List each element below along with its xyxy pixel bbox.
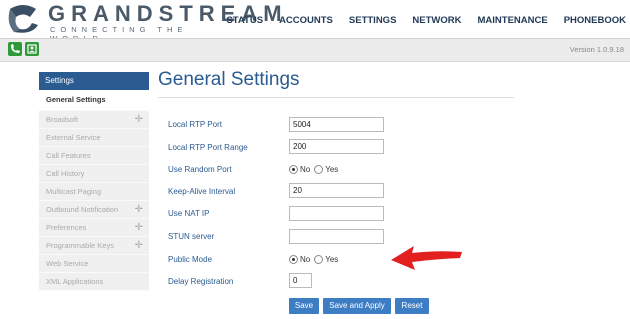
header: GRANDSTREAM CONNECTING THE WORLD STATUS … [0, 0, 630, 43]
page-title: General Settings [158, 69, 300, 90]
expand-icon[interactable]: ✛ [135, 219, 143, 236]
sidebar-item-programmable-keys[interactable]: Programmable Keys ✛ [39, 237, 149, 255]
toolbar: Version 1.0.9.18 [0, 38, 630, 62]
use-nat-ip-input[interactable] [289, 206, 384, 221]
sidebar-item-label: Programmable Keys [46, 241, 114, 250]
sidebar-item-label: Broadsoft [46, 115, 79, 124]
nav-phonebook[interactable]: PHONEBOOK [564, 15, 626, 26]
label-local-rtp-port-range: Local RTP Port Range [168, 143, 248, 152]
expand-icon[interactable]: ✛ [135, 237, 143, 254]
title-divider [158, 97, 514, 98]
radio-label-no: No [300, 255, 311, 264]
version-text: Version 1.0.9.18 [569, 45, 624, 54]
annotation-arrow-icon [391, 246, 462, 270]
sidebar-item-label: XML Applications [46, 277, 104, 286]
sidebar-item-multicast-paging[interactable]: Multicast Paging [39, 183, 149, 201]
radio-label-yes: Yes [325, 255, 339, 264]
local-rtp-port-range-input[interactable]: 200 [289, 139, 384, 154]
sidebar-item-external-service[interactable]: External Service [39, 129, 149, 147]
sidebar-item-label: Multicast Paging [46, 187, 102, 196]
use-random-port-radio-group: No Yes [289, 165, 338, 174]
sidebar-item-label: External Service [46, 133, 101, 142]
radio-label-yes: Yes [325, 165, 339, 174]
sidebar-item-label: Preferences [46, 223, 87, 232]
sidebar-item-call-history[interactable]: Call History [39, 165, 149, 183]
nav-accounts[interactable]: ACCOUNTS [279, 15, 333, 26]
sidebar-item-broadsoft[interactable]: Broadsoft ✛ [39, 111, 149, 129]
sidebar-item-xml-applications[interactable]: XML Applications [39, 273, 149, 291]
sidebar-item-label: Web Service [46, 259, 89, 268]
top-nav: STATUS ACCOUNTS SETTINGS NETWORK MAINTEN… [210, 15, 626, 26]
keep-alive-interval-input[interactable]: 20 [289, 183, 384, 198]
public-mode-no-radio[interactable] [289, 255, 298, 264]
label-local-rtp-port: Local RTP Port [168, 120, 222, 129]
sidebar-item-web-service[interactable]: Web Service [39, 255, 149, 273]
label-delay-registration: Delay Registration [168, 277, 234, 286]
label-public-mode: Public Mode [168, 255, 213, 264]
contacts-icon[interactable] [25, 42, 39, 56]
phone-icon[interactable] [8, 42, 22, 56]
grandstream-logo[interactable]: GRANDSTREAM CONNECTING THE WORLD [6, 3, 282, 43]
label-use-random-port: Use Random Port [168, 165, 232, 174]
reset-button[interactable]: Reset [395, 298, 429, 314]
label-keep-alive-interval: Keep-Alive Interval [168, 187, 236, 196]
save-and-apply-button[interactable]: Save and Apply [323, 298, 391, 314]
sidebar-item-label: Outbound Notification [46, 205, 119, 214]
sidebar: Settings General Settings Broadsoft ✛ Ext… [39, 72, 149, 291]
nav-settings[interactable]: SETTINGS [349, 15, 397, 26]
sidebar-item-general-settings[interactable]: General Settings [39, 90, 149, 111]
nav-maintenance[interactable]: MAINTENANCE [478, 15, 548, 26]
label-use-nat-ip: Use NAT IP [168, 209, 210, 218]
radio-label-no: No [300, 165, 311, 174]
delay-registration-input[interactable]: 0 [289, 273, 312, 288]
expand-icon[interactable]: ✛ [135, 111, 143, 128]
sidebar-item-label: General Settings [46, 95, 106, 104]
sidebar-item-call-features[interactable]: Call Features [39, 147, 149, 165]
sidebar-item-label: Call Features [46, 151, 91, 160]
public-mode-yes-radio[interactable] [314, 255, 324, 264]
sidebar-item-outbound-notification[interactable]: Outbound Notification ✛ [39, 201, 149, 219]
public-mode-radio-group: No Yes [289, 255, 338, 264]
stun-server-input[interactable] [289, 229, 384, 244]
local-rtp-port-input[interactable]: 5004 [289, 117, 384, 132]
expand-icon[interactable]: ✛ [135, 201, 143, 218]
sidebar-item-preferences[interactable]: Preferences ✛ [39, 219, 149, 237]
sidebar-header: Settings [39, 72, 149, 90]
sidebar-item-label: Call History [46, 169, 85, 178]
save-button[interactable]: Save [289, 298, 319, 314]
grandstream-logo-icon [8, 5, 38, 33]
nav-status[interactable]: STATUS [226, 15, 263, 26]
use-random-port-no-radio[interactable] [289, 165, 298, 174]
nav-network[interactable]: NETWORK [412, 15, 461, 26]
label-stun-server: STUN server [168, 232, 215, 241]
use-random-port-yes-radio[interactable] [314, 165, 324, 174]
